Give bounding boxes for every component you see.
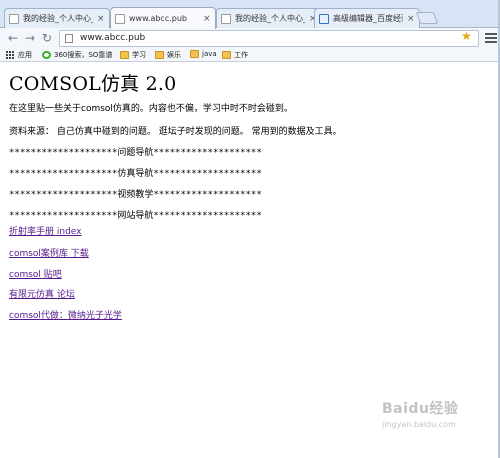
bookmark-360-search[interactable]: 360搜索，SO靠谱 (42, 50, 112, 60)
page-favicon-icon (115, 13, 125, 24)
watermark-line-1: Baidu经验 (382, 401, 459, 417)
menu-icon[interactable] (485, 31, 497, 43)
bookmark-folder-work[interactable]: 工作 (222, 50, 248, 60)
apps-grid-icon (6, 51, 15, 59)
bookmark-apps[interactable]: 应用 (6, 50, 32, 60)
bookmark-label: 360搜索，SO靠谱 (54, 51, 113, 59)
tab-advanced-editor[interactable]: 高级编辑器_百度经验 × (314, 8, 420, 28)
nav-line-simulation: ********************仿真导航****************… (9, 169, 262, 179)
bookmark-label: 学习 (132, 51, 146, 59)
tab-close-icon[interactable]: × (407, 14, 415, 23)
tab-title: 我的经验_个人中心_百 (23, 14, 93, 23)
tab-strip: 我的经验_个人中心_百 × www.abcc.pub × 我的经验_个人中心_百… (0, 0, 500, 29)
watermark-line-2: jingyan.baidu.com (382, 420, 456, 429)
page-content: COMSOL仿真 2.0 在这里贴一些关于comsol仿真的。内容也不偏，学习中… (9, 64, 489, 321)
bookmark-folder-entertainment[interactable]: 娱乐 (155, 50, 181, 60)
intro-text: 在这里贴一些关于comsol仿真的。内容也不偏，学习中时不时会碰到。 (9, 104, 293, 114)
bookmark-folder-java[interactable]: java (190, 50, 217, 58)
bookmark-label: 工作 (234, 51, 248, 59)
link-comsol-case-library[interactable]: comsol案例库 下载 (9, 246, 89, 259)
link-comsol-service[interactable]: comsol代做：微纳光子光学 (9, 308, 122, 321)
nav-line-video: ********************视频教学****************… (9, 190, 262, 200)
tab-my-experience-2[interactable]: 我的经验_个人中心_百 × (216, 8, 322, 28)
baidu-watermark: Baidu经验 jingyan.baidu.com (382, 398, 492, 448)
bookmark-label: java (202, 50, 217, 58)
tab-close-icon[interactable]: × (203, 14, 211, 23)
tab-close-icon[interactable]: × (97, 14, 105, 23)
bookmark-label: 娱乐 (167, 51, 181, 59)
folder-icon (155, 51, 164, 59)
link-fem-forum[interactable]: 有限元仿真 论坛 (9, 287, 75, 300)
nav-line-questions: ********************问题导航****************… (9, 148, 262, 158)
page-favicon-icon (221, 13, 231, 24)
forward-arrow-icon[interactable]: → (23, 31, 37, 45)
sources-text: 资料来源： 自己仿真中碰到的问题。 逛坛子时发现的问题。 常用到的数据及工具。 (9, 127, 342, 137)
bookmark-star-icon[interactable]: ★ (461, 29, 472, 43)
folder-icon (190, 50, 199, 58)
back-arrow-icon[interactable]: ← (6, 31, 20, 45)
address-bar[interactable]: www.abcc.pub (59, 30, 479, 47)
tab-my-experience-1[interactable]: 我的经验_个人中心_百 × (4, 8, 110, 28)
page-favicon-icon (9, 13, 19, 24)
link-refractive-index[interactable]: 折射率手册 index (9, 224, 81, 237)
baidu-favicon-icon (319, 13, 329, 24)
link-comsol-tieba[interactable]: comsol 贴吧 (9, 267, 62, 280)
tab-title: www.abcc.pub (129, 14, 187, 23)
folder-icon (222, 51, 231, 59)
new-tab-button[interactable] (415, 12, 439, 24)
tab-title: 我的经验_个人中心_百 (235, 14, 305, 23)
bookmark-label: 应用 (18, 51, 32, 59)
tab-abcc-active[interactable]: www.abcc.pub × (110, 7, 216, 29)
360-search-icon (42, 51, 51, 59)
bookmark-folder-study[interactable]: 学习 (120, 50, 146, 60)
bookmarks-bar: 应用 360搜索，SO靠谱 学习 娱乐 java 工作 (0, 48, 500, 62)
tab-title: 高级编辑器_百度经验 (333, 14, 403, 23)
reload-icon[interactable]: ↻ (40, 31, 54, 45)
page-title: COMSOL仿真 2.0 (9, 73, 177, 95)
folder-icon (120, 51, 129, 59)
browser-toolbar: ← → ↻ www.abcc.pub ★ (0, 28, 500, 48)
address-text: www.abcc.pub (80, 33, 146, 43)
nav-line-websites: ********************网站导航****************… (9, 211, 262, 221)
page-icon (65, 34, 73, 43)
